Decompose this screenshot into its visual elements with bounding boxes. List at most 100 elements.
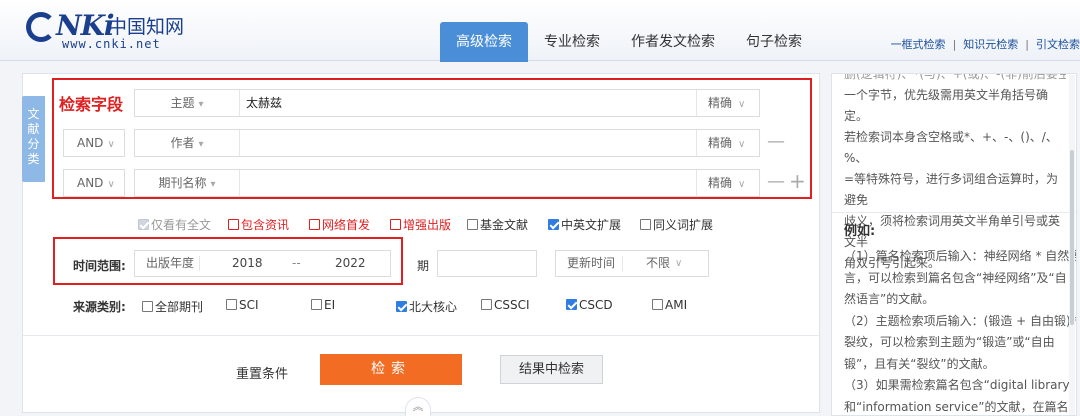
search-row-1: 主题 ▾ 太赫兹 精确 ∨ xyxy=(134,89,760,117)
checkbox-icon xyxy=(226,299,237,310)
example-title: 例如: xyxy=(844,224,876,239)
source-cssci[interactable]: CSSCI xyxy=(481,298,530,312)
help-line: 一个字节，优先级需用英文半角括号确定。 xyxy=(844,88,1049,123)
checkbox-icon xyxy=(652,299,663,310)
field-select-3[interactable]: 期刊名称 ▾ xyxy=(135,170,240,196)
option-fund-literature[interactable]: 基金文献 xyxy=(467,216,528,233)
source-cscd[interactable]: CSCD xyxy=(566,298,613,312)
field-select-2[interactable]: 作者 ▾ xyxy=(135,130,240,156)
panel-divider xyxy=(23,335,819,336)
checkbox-icon xyxy=(142,301,153,312)
chevron-down-icon: ▾ xyxy=(210,179,216,190)
divider xyxy=(622,256,623,271)
remove-row-icon[interactable]: — xyxy=(767,133,785,151)
help-scrollbar-thumb[interactable] xyxy=(1070,150,1074,325)
option-include-news[interactable]: 包含资讯 xyxy=(228,216,289,233)
side-tab-char: 类 xyxy=(27,152,40,166)
option-full-text-only[interactable]: 仅看有全文 xyxy=(138,216,211,233)
example-line: （2）主题检索项后输入：(锻造 + 自由锻) * xyxy=(844,313,1077,328)
help-panel: 删(逻辑符)、*(与)、+(或)、-(非)前后要空 一个字节，优先级需用英文半角… xyxy=(831,73,1077,416)
update-time-label: 更新时间 xyxy=(567,256,616,270)
search-input-1[interactable]: 太赫兹 xyxy=(246,90,282,116)
remove-row-icon[interactable]: — xyxy=(767,173,785,191)
issue-label: 期 xyxy=(417,259,430,273)
year-separator: -- xyxy=(292,256,301,270)
source-category-label: 来源类别: xyxy=(73,300,126,314)
side-tab-char: 献 xyxy=(27,122,40,136)
help-line: =等特殊符号，进行多词组合运算时，为避免 xyxy=(844,172,1059,207)
example-line: 言，可以检索到篇名包含“神经网络”及“自 xyxy=(844,270,1067,285)
match-select-3[interactable]: 精确 ∨ xyxy=(696,170,759,196)
chevron-down-icon: ∨ xyxy=(738,139,746,150)
add-row-icon[interactable]: + xyxy=(789,171,806,191)
source-sci[interactable]: SCI xyxy=(226,298,259,312)
annotation-search-fields: 检索字段 xyxy=(59,95,124,114)
side-tab-char: 文 xyxy=(27,107,40,121)
time-range-label: 时间范围: xyxy=(73,259,126,273)
link-citation-search[interactable]: 引文检索 xyxy=(1036,38,1080,51)
time-range-box: 出版年度 2018 -- 2022 xyxy=(134,250,391,277)
source-ei[interactable]: EI xyxy=(311,298,335,312)
match-select-1[interactable]: 精确 ∨ xyxy=(696,90,759,116)
year-to-input[interactable]: 2022 xyxy=(335,251,366,276)
checkbox-checked-icon xyxy=(548,219,559,230)
option-enhanced-publish[interactable]: 增强出版 xyxy=(390,216,451,233)
option-synonym-extension[interactable]: 同义词扩展 xyxy=(640,216,713,233)
help-line: 若检索词本身含空格或*、+、-、()、/、%、 xyxy=(844,130,1058,165)
link-separator: | xyxy=(1025,38,1029,51)
example-line: 和“information service”的文献，在篇名 xyxy=(844,399,1069,414)
tab-professional-search[interactable]: 专业检索 xyxy=(535,22,609,62)
link-separator: | xyxy=(952,38,957,51)
example-line: （1）篇名检索项后输入：神经网络 * 自然语 xyxy=(844,249,1077,263)
time-type-select[interactable]: 出版年度 xyxy=(146,251,194,276)
chevron-down-icon: ∨ xyxy=(738,99,746,110)
logic-select-2[interactable]: AND ∨ xyxy=(63,129,125,157)
help-cut-line: 删(逻辑符)、*(与)、+(或)、-(非)前后要空 xyxy=(844,73,1066,81)
link-one-box-search[interactable]: 一框式检索 xyxy=(891,38,946,51)
chevron-down-icon: ∨ xyxy=(107,139,115,150)
match-select-2[interactable]: 精确 ∨ xyxy=(696,130,759,156)
checkbox-checked-icon xyxy=(396,301,407,312)
checkbox-icon xyxy=(467,219,478,230)
help-examples: （1）篇名检索项后输入：神经网络 * 自然语 言，可以检索到篇名包含“神经网络”… xyxy=(844,246,1077,415)
issue-input[interactable] xyxy=(437,250,537,277)
update-time-value: 不限 xyxy=(646,256,671,270)
checkbox-icon xyxy=(138,219,149,230)
logic-select-3[interactable]: AND ∨ xyxy=(63,169,125,197)
checkbox-icon xyxy=(390,219,401,230)
chevron-down-icon: ∨ xyxy=(738,179,746,190)
search-button[interactable]: 检索 xyxy=(320,354,462,385)
option-cn-en-extension[interactable]: 中英文扩展 xyxy=(548,216,621,233)
tab-advanced-search[interactable]: 高级检索 xyxy=(440,22,528,62)
update-time-select[interactable]: 更新时间 不限 ∨ xyxy=(555,250,709,277)
cnki-logo[interactable]: NKi 中国知网 www.cnki.net xyxy=(26,8,196,51)
search-row-3: 期刊名称 ▾ 精确 ∨ xyxy=(134,169,760,197)
field-select-1[interactable]: 主题 ▾ xyxy=(135,90,240,116)
source-all-journals[interactable]: 全部期刊 xyxy=(142,298,203,315)
checkbox-icon xyxy=(311,299,322,310)
side-tab-char: 分 xyxy=(27,137,40,151)
chevron-down-icon: ∨ xyxy=(675,258,683,269)
example-line: （3）如果需检索篇名包含“digital library” xyxy=(844,378,1076,392)
checkbox-checked-icon xyxy=(566,299,577,310)
checkbox-icon xyxy=(640,219,651,230)
search-within-results-button[interactable]: 结果中检索 xyxy=(500,355,603,384)
source-ami[interactable]: AMI xyxy=(652,298,687,312)
search-row-2: 作者 ▾ 精确 ∨ xyxy=(134,129,760,157)
logo-url: www.cnki.net xyxy=(62,37,161,51)
literature-category-tab[interactable]: 文 献 分 类 xyxy=(22,96,45,182)
example-line: 裂纹，可以检索到主题为“锻造”或“自由 xyxy=(844,335,1055,349)
reset-conditions-link[interactable]: 重置条件 xyxy=(236,363,288,382)
logo-ring-icon xyxy=(26,12,56,42)
source-pku-core[interactable]: 北大核心 xyxy=(396,298,457,315)
chevron-down-icon: ▾ xyxy=(198,99,204,110)
year-from-input[interactable]: 2018 xyxy=(232,251,263,276)
option-online-first[interactable]: 网络首发 xyxy=(309,216,370,233)
chevron-down-icon: ▾ xyxy=(198,139,204,150)
link-knowledge-search[interactable]: 知识元检索 xyxy=(963,38,1018,51)
tab-author-search[interactable]: 作者发文检索 xyxy=(622,22,724,62)
tab-sentence-search[interactable]: 句子检索 xyxy=(737,22,811,62)
example-line: 锻”，且有关“裂纹”的文献。 xyxy=(844,356,995,371)
collapse-chevron-up-icon[interactable]: ︽ xyxy=(405,397,431,416)
top-links: 一框式检索 | 知识元检索 | 引文检索 xyxy=(891,36,1080,52)
